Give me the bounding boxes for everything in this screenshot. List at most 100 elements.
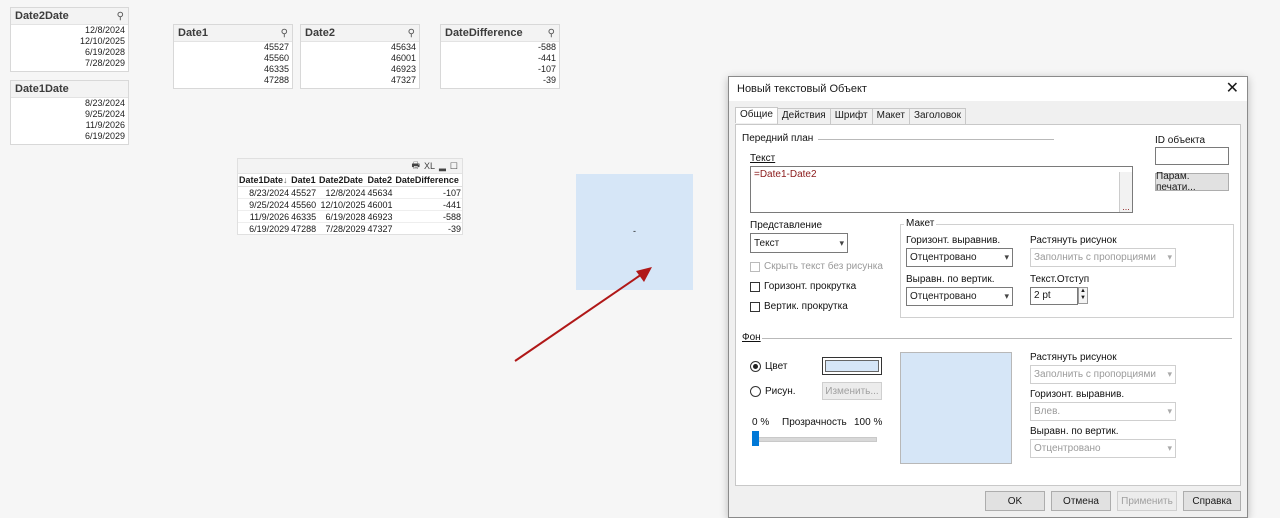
- minimize-icon[interactable]: ▂: [439, 161, 446, 172]
- representation-label: Представление: [750, 220, 823, 231]
- list-item[interactable]: 12/10/2025: [11, 36, 128, 47]
- list-item[interactable]: -107: [441, 64, 559, 75]
- table-cell: 47327: [366, 222, 395, 234]
- listbox-date2date[interactable]: Date2Date ⚲ 12/8/2024 12/10/2025 6/19/20…: [10, 7, 129, 72]
- table-row[interactable]: 8/23/2024 45527 12/8/2024 45634 -107: [238, 186, 462, 199]
- list-item[interactable]: 9/25/2024: [11, 109, 128, 120]
- magnifier-icon[interactable]: ⚲: [408, 28, 415, 39]
- bg-stretch-value: Заполнить с пропорциями: [1034, 369, 1156, 380]
- transparency-min-label: 0 %: [752, 417, 770, 428]
- new-text-object-dialog: Новый текстовый Объект ✕ Общие Действия …: [728, 76, 1248, 518]
- dialog-tabs: Общие Действия Шрифт Макет Заголовок: [735, 107, 966, 124]
- text-indent-field[interactable]: 2 pt: [1030, 287, 1078, 305]
- h-scroll-label: Горизонт. прокрутка: [764, 281, 857, 292]
- listbox-date1[interactable]: Date1 ⚲ 45527 45560 46335 47288: [173, 24, 293, 89]
- listbox-header: DateDifference ⚲: [441, 25, 559, 42]
- table-box[interactable]: 🖶 XL ▂ ☐ Date1Date↓ Date1 Date2Date Date…: [237, 158, 463, 235]
- tab-general[interactable]: Общие: [735, 107, 778, 123]
- table-toolbar: 🖶 XL ▂ ☐: [238, 159, 462, 174]
- column-header[interactable]: Date2: [366, 174, 395, 187]
- table-row[interactable]: 6/19/2029 47288 7/28/2029 47327 -39: [238, 222, 462, 234]
- object-id-field[interactable]: [1155, 147, 1229, 165]
- representation-value: Текст: [754, 237, 780, 249]
- print-icon[interactable]: 🖶: [411, 158, 420, 174]
- magnifier-icon[interactable]: ⚲: [548, 28, 555, 39]
- bg-v-align-select[interactable]: Отцентровано ▾: [1030, 439, 1176, 458]
- h-align-select[interactable]: Отцентровано ▾: [906, 248, 1013, 267]
- table-cell: 45560: [290, 198, 318, 211]
- v-scroll-checkbox[interactable]: [750, 302, 760, 312]
- cancel-button[interactable]: Отмена: [1051, 491, 1111, 511]
- print-params-button[interactable]: Парам. печати...: [1155, 171, 1229, 193]
- expression-editor-button[interactable]: ...: [1119, 172, 1132, 212]
- change-image-button[interactable]: Изменить...: [822, 382, 882, 400]
- bg-stretch-select[interactable]: Заполнить с пропорциями ▾: [1030, 365, 1176, 384]
- indent-spinner[interactable]: ▲ ▼: [1078, 287, 1088, 304]
- image-radio[interactable]: [750, 386, 761, 397]
- list-item[interactable]: 47288: [174, 75, 292, 86]
- list-item[interactable]: 7/28/2029: [11, 58, 128, 69]
- list-item[interactable]: 46335: [174, 64, 292, 75]
- chevron-down-icon: ▾: [839, 237, 844, 248]
- excel-icon[interactable]: XL: [424, 161, 435, 171]
- list-item[interactable]: 6/19/2029: [11, 131, 128, 142]
- magnifier-icon[interactable]: ⚲: [117, 11, 124, 22]
- list-item[interactable]: -588: [441, 42, 559, 53]
- list-item[interactable]: -39: [441, 75, 559, 86]
- bg-stretch-label: Растянуть рисунок: [1030, 352, 1117, 363]
- listbox-date2[interactable]: Date2 ⚲ 45634 46001 46923 47327: [300, 24, 420, 89]
- listbox-datedifference[interactable]: DateDifference ⚲ -588 -441 -107 -39: [440, 24, 560, 89]
- list-item[interactable]: 45560: [174, 53, 292, 64]
- tab-layout[interactable]: Макет: [871, 108, 910, 124]
- text-expression-field[interactable]: =Date1-Date2 ...: [750, 166, 1133, 213]
- bg-h-align-select[interactable]: Влев. ▾: [1030, 402, 1176, 421]
- tab-actions[interactable]: Действия: [776, 108, 831, 124]
- list-item[interactable]: 45527: [174, 42, 292, 53]
- transparency-slider[interactable]: [752, 437, 877, 442]
- list-item[interactable]: 12/8/2024: [11, 25, 128, 36]
- list-item[interactable]: 47327: [301, 75, 419, 86]
- chevron-down-icon: ▾: [1004, 252, 1009, 262]
- table-row[interactable]: 9/25/2024 45560 12/10/2025 46001 -441: [238, 198, 462, 211]
- list-item[interactable]: 45634: [301, 42, 419, 53]
- table-cell: 45634: [366, 186, 395, 199]
- h-scroll-checkbox[interactable]: [750, 282, 760, 292]
- list-item[interactable]: 46923: [301, 64, 419, 75]
- list-item[interactable]: 46001: [301, 53, 419, 64]
- table-cell: 46335: [290, 210, 318, 223]
- help-button[interactable]: Справка: [1183, 491, 1241, 511]
- transparency-slider-thumb[interactable]: [752, 431, 759, 446]
- magnifier-icon[interactable]: ⚲: [281, 28, 288, 39]
- list-item[interactable]: 6/19/2028: [11, 47, 128, 58]
- column-header[interactable]: DateDifference: [394, 174, 462, 187]
- background-heading: Фон: [742, 332, 761, 343]
- column-header[interactable]: Date1: [290, 174, 318, 187]
- list-item[interactable]: 11/9/2026: [11, 120, 128, 131]
- table-cell: 7/28/2029: [317, 222, 367, 234]
- close-icon[interactable]: ✕: [1226, 81, 1239, 97]
- bg-v-align-label: Выравн. по вертик.: [1030, 426, 1119, 437]
- column-header[interactable]: Date1Date↓: [238, 174, 291, 187]
- color-radio[interactable]: [750, 361, 761, 372]
- color-swatch[interactable]: [822, 357, 882, 375]
- tab-caption[interactable]: Заголовок: [908, 108, 966, 124]
- sort-icon: ↓: [283, 175, 288, 185]
- chevron-down-icon: ▾: [1167, 443, 1172, 453]
- tab-font[interactable]: Шрифт: [829, 108, 873, 124]
- listbox-title: Date1: [178, 27, 208, 39]
- transparency-label: Прозрачность: [782, 417, 847, 428]
- listbox-title: Date2Date: [15, 10, 69, 22]
- list-item[interactable]: -441: [441, 53, 559, 64]
- table-row[interactable]: 11/9/2026 46335 6/19/2028 46923 -588: [238, 210, 462, 223]
- v-align-select[interactable]: Отцентровано ▾: [906, 287, 1013, 306]
- hide-text-checkbox[interactable]: [750, 262, 760, 272]
- bg-h-align-value: Влев.: [1034, 406, 1061, 417]
- apply-button[interactable]: Применить: [1117, 491, 1177, 511]
- ok-button[interactable]: OK: [985, 491, 1045, 511]
- column-header[interactable]: Date2Date: [317, 174, 367, 187]
- maximize-icon[interactable]: ☐: [450, 161, 458, 172]
- representation-select[interactable]: Текст ▾: [750, 233, 848, 253]
- stretch-select[interactable]: Заполнить с пропорциями ▾: [1030, 248, 1176, 267]
- listbox-date1date[interactable]: Date1Date 8/23/2024 9/25/2024 11/9/2026 …: [10, 80, 129, 145]
- list-item[interactable]: 8/23/2024: [11, 98, 128, 109]
